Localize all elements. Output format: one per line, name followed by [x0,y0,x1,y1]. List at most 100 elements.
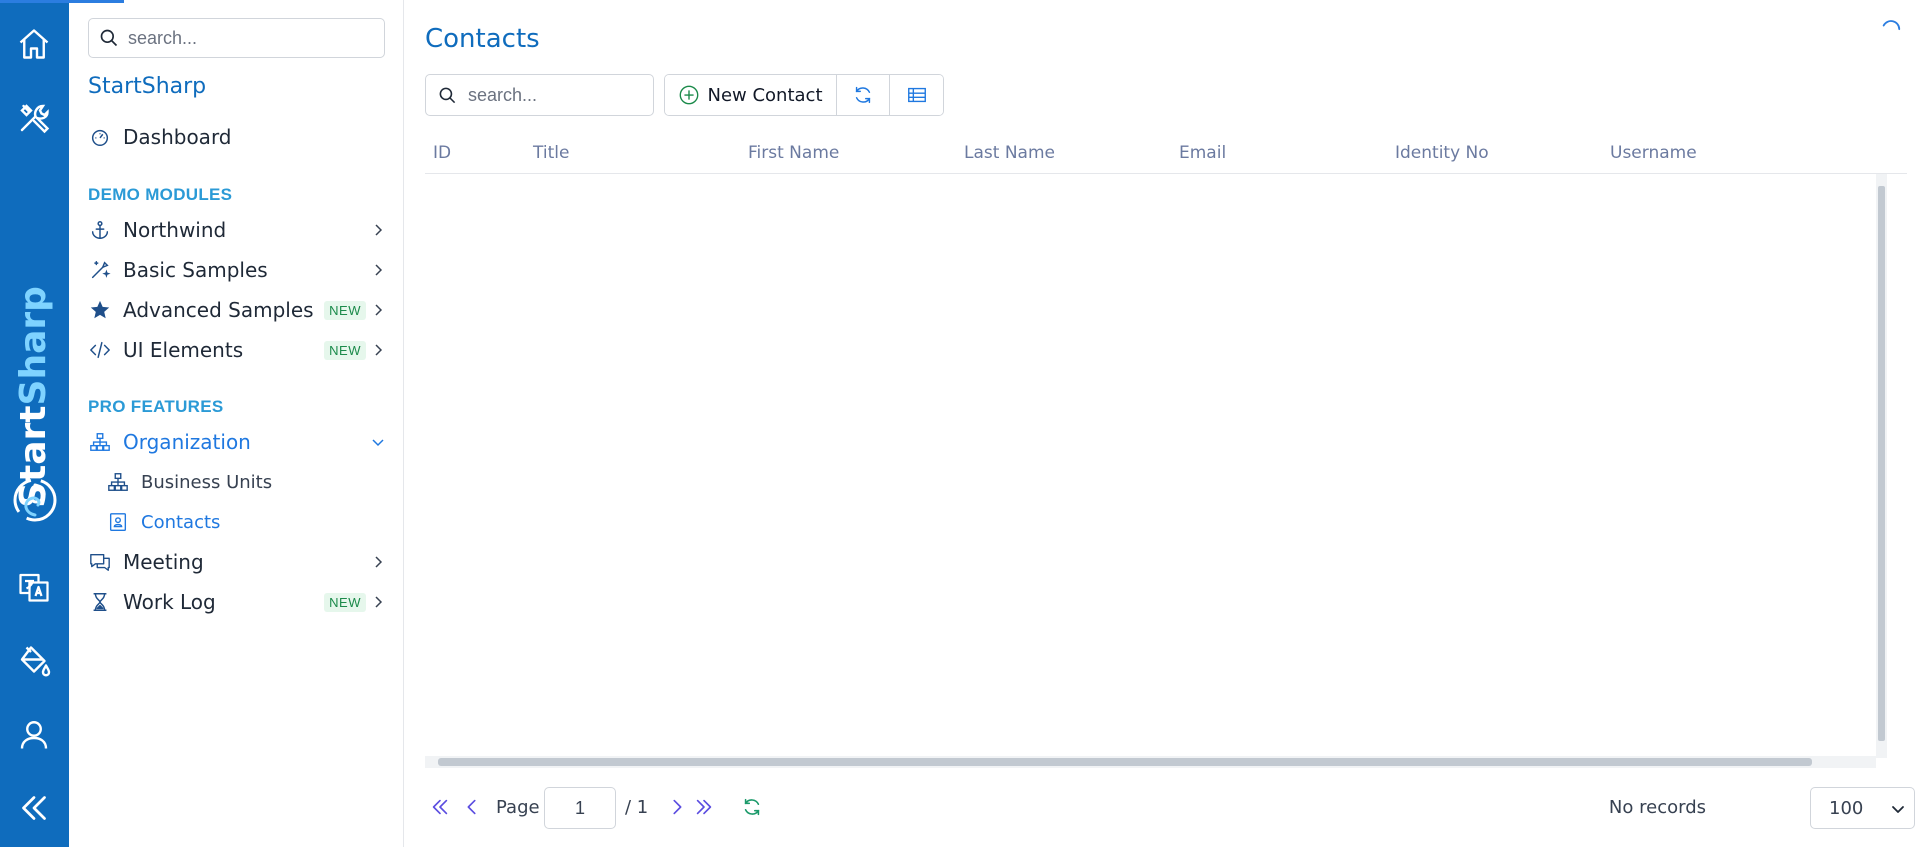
brand-logo-icon [13,478,57,522]
sidebar-item-meeting[interactable]: Meeting [88,545,388,579]
sidebar: StartSharp Dashboard DEMO MODULES Northw… [69,0,404,847]
sidebar-item-label: Dashboard [123,125,232,149]
last-page-button[interactable] [691,794,717,820]
column-picker-button[interactable] [890,75,943,115]
chevron-right-icon [375,264,383,276]
column-header-id[interactable]: ID [433,143,451,163]
code-icon [88,338,112,362]
sidebar-app-title[interactable]: StartSharp [88,74,206,99]
magic-wand-icon [88,258,112,282]
sidebar-item-label: Basic Samples [123,258,268,282]
horizontal-scrollbar-thumb[interactable] [438,758,1812,766]
refresh-button[interactable] [837,75,890,115]
page-number-input[interactable] [544,787,616,829]
add-circle-icon [680,85,699,105]
hourglass-icon [88,590,112,614]
user-icon[interactable] [14,715,54,755]
grid-search-input[interactable] [468,84,648,106]
sidebar-item-dashboard[interactable]: Dashboard [88,120,388,154]
sidebar-item-northwind[interactable]: Northwind [88,213,388,247]
sidebar-item-label: Northwind [123,218,227,242]
record-count-status: No records [1608,797,1706,818]
table-columns-icon [907,87,926,103]
chevron-right-icon [375,596,383,608]
page-title: Contacts [425,24,540,54]
home-icon[interactable] [14,24,54,64]
refresh-icon [855,86,871,104]
new-contact-button[interactable]: New Contact [665,75,837,115]
chevron-right-icon [375,304,383,316]
refresh-icon [744,798,760,816]
page-size-select[interactable]: 100 [1810,787,1915,829]
brand-vertical: Start Sharp [10,270,60,530]
page-label: Page [496,797,540,818]
sidebar-item-business-units[interactable]: Business Units [106,466,386,498]
sidebar-item-ui-elements[interactable]: UI Elements NEW [88,333,388,367]
sidebar-search-input[interactable] [128,27,368,49]
sidebar-item-label: Business Units [141,471,273,493]
page-size-value: 100 [1829,797,1864,819]
main-content: Contacts New Contact ID Title First Name… [405,0,1920,847]
sidebar-search[interactable] [88,18,385,58]
next-page-button[interactable] [664,794,690,820]
star-icon [88,298,112,322]
vertical-scrollbar-thumb[interactable] [1878,186,1885,741]
column-header-email[interactable]: Email [1179,143,1226,163]
column-header-identity-no[interactable]: Identity No [1395,143,1489,163]
loading-progress-bar [0,0,124,3]
new-badge: NEW [324,592,366,612]
grid-header: ID Title First Name Last Name Email Iden… [425,131,1907,174]
section-demo-modules: DEMO MODULES [88,185,233,204]
sidebar-item-label: Contacts [141,511,221,533]
new-badge: NEW [324,340,366,360]
app-rail: Start Sharp [0,0,69,847]
grid-toolbar: New Contact [664,74,944,116]
grid-quick-search[interactable] [425,74,654,116]
paint-bucket-icon[interactable] [14,641,54,681]
new-badge: NEW [324,300,366,320]
sidebar-item-advanced-samples[interactable]: Advanced Samples NEW [88,293,388,327]
section-pro-features: PRO FEATURES [88,397,224,416]
org-chart-icon [106,470,130,494]
sidebar-item-label: UI Elements [123,338,244,362]
column-header-first-name[interactable]: First Name [748,143,839,163]
search-icon [439,87,456,103]
sidebar-item-work-log[interactable]: Work Log NEW [88,585,388,619]
sidebar-item-label: Advanced Samples [123,298,314,322]
column-header-title[interactable]: Title [533,143,569,163]
chevron-right-icon [673,799,682,815]
collapse-sidebar-icon[interactable] [14,788,54,828]
chevron-down-icon [372,439,384,447]
sidebar-item-label: Meeting [123,550,204,574]
first-page-button[interactable] [427,794,453,820]
chevron-left-icon [467,799,476,815]
total-pages-label: / 1 [625,797,649,818]
search-icon [100,29,118,47]
translate-icon[interactable] [14,567,54,607]
org-chart-icon [88,430,112,454]
previous-page-button[interactable] [459,794,485,820]
brand-part2: Sharp [12,286,54,406]
chevron-double-left-icon [432,799,448,815]
chevron-right-icon [375,224,383,236]
brand-wordmark: Start Sharp [8,286,58,508]
horizontal-scrollbar[interactable] [425,756,1876,768]
pager-refresh-button[interactable] [739,794,765,820]
anchor-icon [88,218,112,242]
vertical-scrollbar[interactable] [1876,174,1887,758]
sidebar-item-label: Work Log [123,590,216,614]
grid-body [425,174,1907,769]
sidebar-item-contacts[interactable]: Contacts [106,506,386,538]
sidebar-item-basic-samples[interactable]: Basic Samples [88,253,388,287]
chat-bubbles-icon [88,550,112,574]
tools-icon[interactable] [14,98,54,138]
chevron-right-icon [375,556,383,568]
column-header-username[interactable]: Username [1610,143,1697,163]
sidebar-item-organization[interactable]: Organization [88,425,388,459]
new-contact-label: New Contact [707,84,823,106]
grid-pager: Page / 1 No records 100 [425,786,1915,830]
column-header-last-name[interactable]: Last Name [964,143,1055,163]
chevron-down-icon [1892,806,1904,813]
contact-card-icon [106,510,130,534]
loading-spinner-icon [1882,20,1901,31]
